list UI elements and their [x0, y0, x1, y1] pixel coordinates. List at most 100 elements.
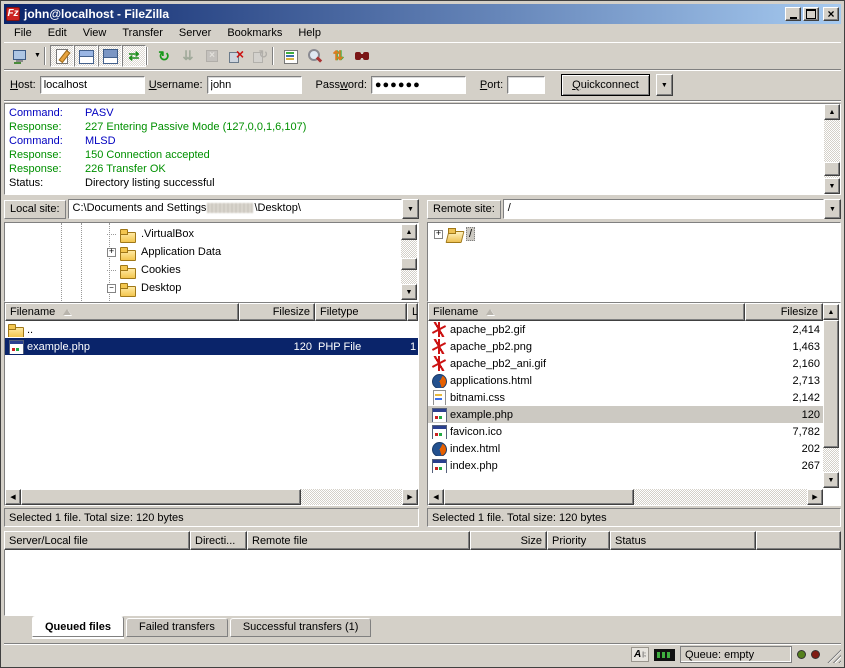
menu-item[interactable]: File: [6, 25, 40, 41]
column-header-status[interactable]: Status: [610, 531, 756, 550]
column-header-lastmodified[interactable]: L: [407, 303, 418, 321]
folder-open-icon[interactable]: [434, 230, 443, 239]
column-header-filename[interactable]: Filename: [428, 303, 745, 321]
folder-icon[interactable]: [107, 230, 116, 239]
scrollbar-thumb[interactable]: [21, 489, 301, 505]
sync-browse-button[interactable]: [326, 45, 350, 67]
local-site-path[interactable]: C:\Documents and Settings\Desktop\: [68, 199, 402, 219]
port-input[interactable]: [507, 76, 545, 94]
site-manager-dropdown-button[interactable]: [31, 45, 44, 67]
quickconnect-button[interactable]: Quickconnect: [561, 74, 650, 96]
apache-button[interactable]: apache_pb2.gif 2,414: [428, 321, 823, 338]
scrollbar-thumb[interactable]: [444, 489, 634, 505]
scroll-up-icon[interactable]: ▲: [823, 304, 839, 320]
refresh-button[interactable]: [152, 45, 176, 67]
apache-button[interactable]: apache_pb2.png 1,463: [428, 338, 823, 355]
close-button[interactable]: [823, 7, 839, 21]
cancel-button[interactable]: [200, 45, 224, 67]
menu-item[interactable]: Edit: [40, 25, 75, 41]
folder-button[interactable]: Cookies: [7, 261, 400, 279]
remote-horizontal-scrollbar[interactable]: ◀ ▶: [428, 489, 823, 505]
reconnect-button[interactable]: [248, 45, 272, 67]
folder-open-button[interactable]: /: [430, 225, 822, 243]
folder-icon[interactable]: [107, 248, 116, 257]
menu-item[interactable]: Server: [171, 25, 219, 41]
folder-button[interactable]: Application Data: [7, 243, 400, 261]
folder-icon[interactable]: [107, 284, 116, 293]
resize-grip[interactable]: [827, 649, 841, 663]
scroll-left-icon[interactable]: ◀: [5, 489, 21, 505]
toggle-remote-tree-button[interactable]: [98, 45, 122, 67]
scrollbar-thumb[interactable]: [823, 320, 839, 448]
win-button[interactable]: example.php 120 PHP File 1: [5, 338, 418, 355]
folder-button[interactable]: Desktop: [7, 279, 400, 297]
queue-list[interactable]: [4, 550, 841, 616]
title-bar[interactable]: Fz john@localhost - FileZilla: [4, 4, 841, 24]
scroll-right-icon[interactable]: ▶: [807, 489, 823, 505]
html-button[interactable]: applications.html 2,713: [428, 372, 823, 389]
log-vertical-scrollbar[interactable]: ▲ ▼: [824, 104, 840, 194]
win-button[interactable]: index.php 267: [428, 457, 823, 474]
column-header-server-local-file[interactable]: Server/Local file: [4, 531, 190, 550]
host-input[interactable]: [40, 76, 145, 94]
menu-item[interactable]: Transfer: [114, 25, 171, 41]
queue-tab[interactable]: Queued files: [32, 616, 124, 637]
site-manager-button[interactable]: [7, 45, 31, 67]
local-tree-scrollbar[interactable]: ▲ ▼: [401, 224, 417, 300]
menu-item[interactable]: View: [75, 25, 115, 41]
process-queue-button[interactable]: [176, 45, 200, 67]
maximize-button[interactable]: [803, 7, 819, 21]
scroll-down-icon[interactable]: ▼: [824, 178, 840, 194]
toggle-local-tree-button[interactable]: [74, 45, 98, 67]
remote-site-combo[interactable]: / ▼: [503, 199, 841, 219]
remote-site-path[interactable]: /: [503, 199, 824, 219]
username-input[interactable]: [207, 76, 302, 94]
folder-button[interactable]: .VirtualBox: [7, 225, 400, 243]
compare-button[interactable]: [302, 45, 326, 67]
local-horizontal-scrollbar[interactable]: ◀ ▶: [5, 489, 418, 505]
queue-tab[interactable]: Successful transfers (1): [230, 618, 372, 637]
column-header-filesize[interactable]: Filesize: [239, 303, 315, 321]
scrollbar-thumb[interactable]: [824, 162, 840, 176]
win-button[interactable]: favicon.ico 7,782: [428, 423, 823, 440]
minimize-button[interactable]: [785, 7, 801, 21]
find-button[interactable]: [350, 45, 374, 67]
quickconnect-dropdown-button[interactable]: ▼: [656, 74, 673, 96]
css-button[interactable]: bitnami.css 2,142: [428, 389, 823, 406]
apache-button[interactable]: apache_pb2_ani.gif 2,160: [428, 355, 823, 372]
refresh-icon: [155, 47, 173, 65]
ascii-data-type-indicator-icon[interactable]: A: [631, 647, 649, 662]
queue-tab[interactable]: Failed transfers: [126, 618, 228, 637]
scroll-left-icon[interactable]: ◀: [428, 489, 444, 505]
scroll-up-icon[interactable]: ▲: [824, 104, 840, 120]
scrollbar-thumb[interactable]: [401, 258, 417, 270]
scroll-down-icon[interactable]: ▼: [401, 284, 417, 300]
column-header-remote-file[interactable]: Remote file: [247, 531, 470, 550]
column-header-filesize[interactable]: Filesize: [745, 303, 823, 321]
scroll-up-icon[interactable]: ▲: [401, 224, 417, 240]
remote-vertical-scrollbar[interactable]: ▲ ▼: [823, 304, 839, 488]
menu-item[interactable]: Bookmarks: [219, 25, 290, 41]
pane-splitter[interactable]: [419, 198, 427, 525]
scroll-down-icon[interactable]: ▼: [823, 472, 839, 488]
column-header-size[interactable]: Size: [470, 531, 547, 550]
filter-button[interactable]: [278, 45, 302, 67]
column-header-priority[interactable]: Priority: [547, 531, 610, 550]
chevron-down-icon[interactable]: ▼: [824, 199, 841, 219]
column-header-filetype[interactable]: Filetype: [315, 303, 407, 321]
folder-icon[interactable]: [107, 266, 116, 275]
toggle-queue-button[interactable]: [122, 45, 146, 67]
menu-item[interactable]: Help: [290, 25, 329, 41]
column-header-direction[interactable]: Directi...: [190, 531, 247, 550]
html-button[interactable]: index.html 202: [428, 440, 823, 457]
chevron-down-icon[interactable]: ▼: [402, 199, 419, 219]
folder-button[interactable]: ..: [5, 321, 418, 338]
password-input[interactable]: [371, 76, 466, 94]
scroll-right-icon[interactable]: ▶: [402, 489, 418, 505]
local-site-combo[interactable]: C:\Documents and Settings\Desktop\ ▼: [68, 199, 419, 219]
toggle-log-button[interactable]: [50, 45, 74, 67]
speed-limit-indicator-icon[interactable]: [654, 649, 675, 661]
disconnect-button[interactable]: [224, 45, 248, 67]
column-header-filename[interactable]: Filename: [5, 303, 239, 321]
win-button[interactable]: example.php 120: [428, 406, 823, 423]
